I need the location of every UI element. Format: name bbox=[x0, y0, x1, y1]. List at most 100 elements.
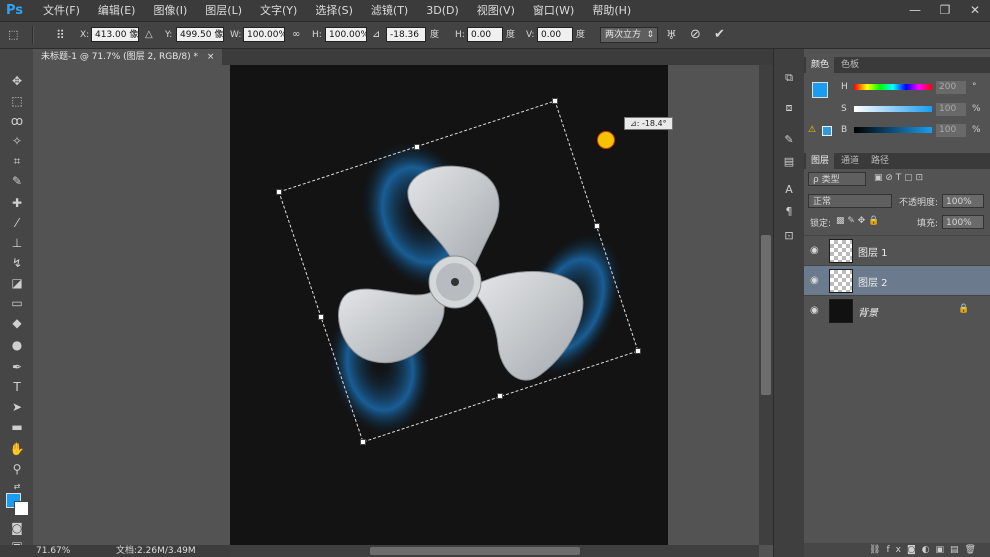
restore-button[interactable]: ❐ bbox=[930, 0, 960, 21]
reference-point-icon[interactable]: ⠿ bbox=[56, 27, 65, 43]
close-tab-icon[interactable]: × bbox=[207, 52, 215, 62]
blur-tool-icon[interactable]: ◆ bbox=[8, 315, 26, 331]
zoom-tool-icon[interactable]: ⚲ bbox=[8, 461, 26, 477]
opacity-input[interactable]: 100% bbox=[942, 194, 984, 208]
properties-panel-icon[interactable]: ⧈ bbox=[782, 101, 796, 115]
menu-filter[interactable]: 滤镜(T) bbox=[362, 0, 417, 21]
transform-handle-left[interactable] bbox=[318, 314, 324, 320]
transform-handle-top[interactable] bbox=[414, 144, 420, 150]
tab-swatches[interactable]: 色板 bbox=[836, 57, 864, 73]
hue-input[interactable]: 200 bbox=[936, 81, 966, 94]
background-color-swatch[interactable] bbox=[14, 501, 29, 516]
layer-row-1[interactable]: ◉ 图层 1 bbox=[804, 235, 990, 266]
minimize-button[interactable]: — bbox=[900, 0, 930, 21]
clone-stamp-tool-icon[interactable]: ⊥ bbox=[8, 235, 26, 251]
close-button[interactable]: ✕ bbox=[960, 0, 990, 21]
layer-row-background[interactable]: ◉ 背景 🔒 bbox=[804, 295, 990, 326]
marquee-tool-icon[interactable]: ⬚ bbox=[8, 93, 26, 109]
visibility-eye-icon[interactable]: ◉ bbox=[810, 305, 819, 316]
dodge-tool-icon[interactable]: ● bbox=[8, 337, 26, 353]
blend-mode-select[interactable]: 正常 bbox=[808, 194, 892, 208]
path-select-tool-icon[interactable]: ➤ bbox=[8, 399, 26, 415]
vertical-skew-input[interactable]: 0.00 bbox=[537, 27, 573, 42]
horizontal-scrollbar[interactable] bbox=[230, 545, 759, 557]
eyedropper-tool-icon[interactable]: ✎ bbox=[8, 173, 26, 189]
move-tool-icon[interactable]: ✥ bbox=[8, 73, 26, 89]
layer-name[interactable]: 图层 1 bbox=[858, 244, 888, 259]
tab-color[interactable]: 颜色 bbox=[806, 57, 835, 73]
quick-mask-icon[interactable]: ◙ bbox=[8, 520, 26, 536]
rotate-angle-input[interactable]: -18.36 bbox=[386, 27, 426, 42]
menu-layer[interactable]: 图层(L) bbox=[196, 0, 251, 21]
type-tool-icon[interactable]: T bbox=[8, 379, 26, 395]
transform-handle-top-left[interactable] bbox=[276, 189, 282, 195]
menu-image[interactable]: 图像(I) bbox=[144, 0, 196, 21]
document-info[interactable]: 文档:2.26M/3.49M bbox=[116, 545, 196, 557]
gradient-tool-icon[interactable]: ▭ bbox=[8, 295, 26, 311]
layer-name[interactable]: 图层 2 bbox=[858, 274, 888, 289]
horizontal-scroll-thumb[interactable] bbox=[370, 547, 580, 555]
quick-select-tool-icon[interactable]: ✧ bbox=[8, 133, 26, 149]
layer-row-2[interactable]: ◉ 图层 2 bbox=[804, 265, 990, 296]
vertical-scroll-thumb[interactable] bbox=[761, 235, 771, 395]
transform-handle-bottom[interactable] bbox=[497, 393, 503, 399]
hand-tool-icon[interactable]: ✋ bbox=[8, 441, 26, 457]
transform-handle-bottom-left[interactable] bbox=[360, 439, 366, 445]
rectangle-tool-icon[interactable]: ▬ bbox=[8, 419, 26, 435]
menu-3d[interactable]: 3D(D) bbox=[417, 0, 468, 21]
x-position-input[interactable]: 413.00 像素 bbox=[91, 27, 139, 42]
y-position-input[interactable]: 499.50 像素 bbox=[176, 27, 224, 42]
menu-type[interactable]: 文字(Y) bbox=[251, 0, 306, 21]
transform-tool-icon[interactable]: ⬚ bbox=[8, 27, 18, 43]
transform-handle-right[interactable] bbox=[594, 223, 600, 229]
lasso-tool-icon[interactable]: ꝏ bbox=[8, 113, 26, 129]
healing-brush-tool-icon[interactable]: ✚ bbox=[8, 195, 26, 211]
layer-name[interactable]: 背景 bbox=[858, 304, 878, 319]
menu-window[interactable]: 窗口(W) bbox=[524, 0, 583, 21]
history-panel-icon[interactable]: ⧉ bbox=[782, 71, 796, 85]
warp-mode-icon[interactable]: ♅ bbox=[666, 27, 677, 43]
tab-channels[interactable]: 通道 bbox=[836, 153, 864, 169]
saturation-slider[interactable] bbox=[854, 106, 932, 112]
brush-panel-icon[interactable]: ✎ bbox=[782, 133, 796, 147]
layer-filter-icons[interactable]: ▣ ⊘ T ▢ ⊡ bbox=[874, 173, 923, 183]
horizontal-skew-input[interactable]: 0.00 bbox=[467, 27, 503, 42]
document-tab[interactable]: 未标题-1 @ 71.7% (图层 2, RGB/8) * × bbox=[33, 49, 223, 65]
vertical-scrollbar[interactable] bbox=[759, 65, 773, 545]
saturation-input[interactable]: 100 bbox=[936, 103, 966, 116]
clone-source-icon[interactable]: ▤ bbox=[782, 155, 796, 169]
brightness-slider[interactable] bbox=[854, 127, 932, 133]
lock-icons[interactable]: ▩ ✎ ✥ 🔒 bbox=[836, 216, 879, 226]
menu-file[interactable]: 文件(F) bbox=[34, 0, 89, 21]
transform-handle-top-right[interactable] bbox=[552, 98, 558, 104]
history-brush-tool-icon[interactable]: ↯ bbox=[8, 255, 26, 271]
pen-tool-icon[interactable]: ✒ bbox=[8, 359, 26, 375]
brightness-input[interactable]: 100 bbox=[936, 124, 966, 137]
visibility-eye-icon[interactable]: ◉ bbox=[810, 245, 819, 256]
tab-paths[interactable]: 路径 bbox=[866, 153, 894, 169]
fill-input[interactable]: 100% bbox=[942, 215, 984, 229]
cancel-transform-icon[interactable]: ⊘ bbox=[690, 27, 701, 43]
websafe-swatch[interactable] bbox=[822, 126, 832, 136]
width-input[interactable]: 100.00% bbox=[243, 27, 285, 42]
zoom-level[interactable]: 71.67% bbox=[36, 545, 70, 557]
tab-layers[interactable]: 图层 bbox=[806, 153, 835, 169]
visibility-eye-icon[interactable]: ◉ bbox=[810, 275, 819, 286]
relative-position-icon[interactable]: △ bbox=[145, 27, 153, 43]
eraser-tool-icon[interactable]: ◪ bbox=[8, 275, 26, 291]
height-input[interactable]: 100.00% bbox=[325, 27, 367, 42]
commit-transform-icon[interactable]: ✔ bbox=[714, 27, 725, 43]
menu-edit[interactable]: 编辑(E) bbox=[89, 0, 145, 21]
tool-preset-icon[interactable]: ⊡ bbox=[782, 229, 796, 243]
menu-help[interactable]: 帮助(H) bbox=[583, 0, 640, 21]
layer-filter-select[interactable]: ρ 类型 bbox=[808, 172, 866, 186]
menu-select[interactable]: 选择(S) bbox=[306, 0, 362, 21]
crop-tool-icon[interactable]: ⌗ bbox=[8, 153, 26, 169]
link-icon[interactable]: ∞ bbox=[292, 27, 300, 43]
color-foreground-swatch[interactable] bbox=[812, 82, 828, 98]
layers-footer-buttons[interactable]: ⛓fx◙◐▣▤🗑 bbox=[804, 543, 990, 557]
paragraph-panel-icon[interactable]: ¶ bbox=[782, 205, 796, 219]
interpolation-select[interactable]: 两次立方 ⇕ bbox=[600, 27, 658, 43]
menu-view[interactable]: 视图(V) bbox=[468, 0, 524, 21]
hue-slider[interactable] bbox=[854, 84, 932, 90]
